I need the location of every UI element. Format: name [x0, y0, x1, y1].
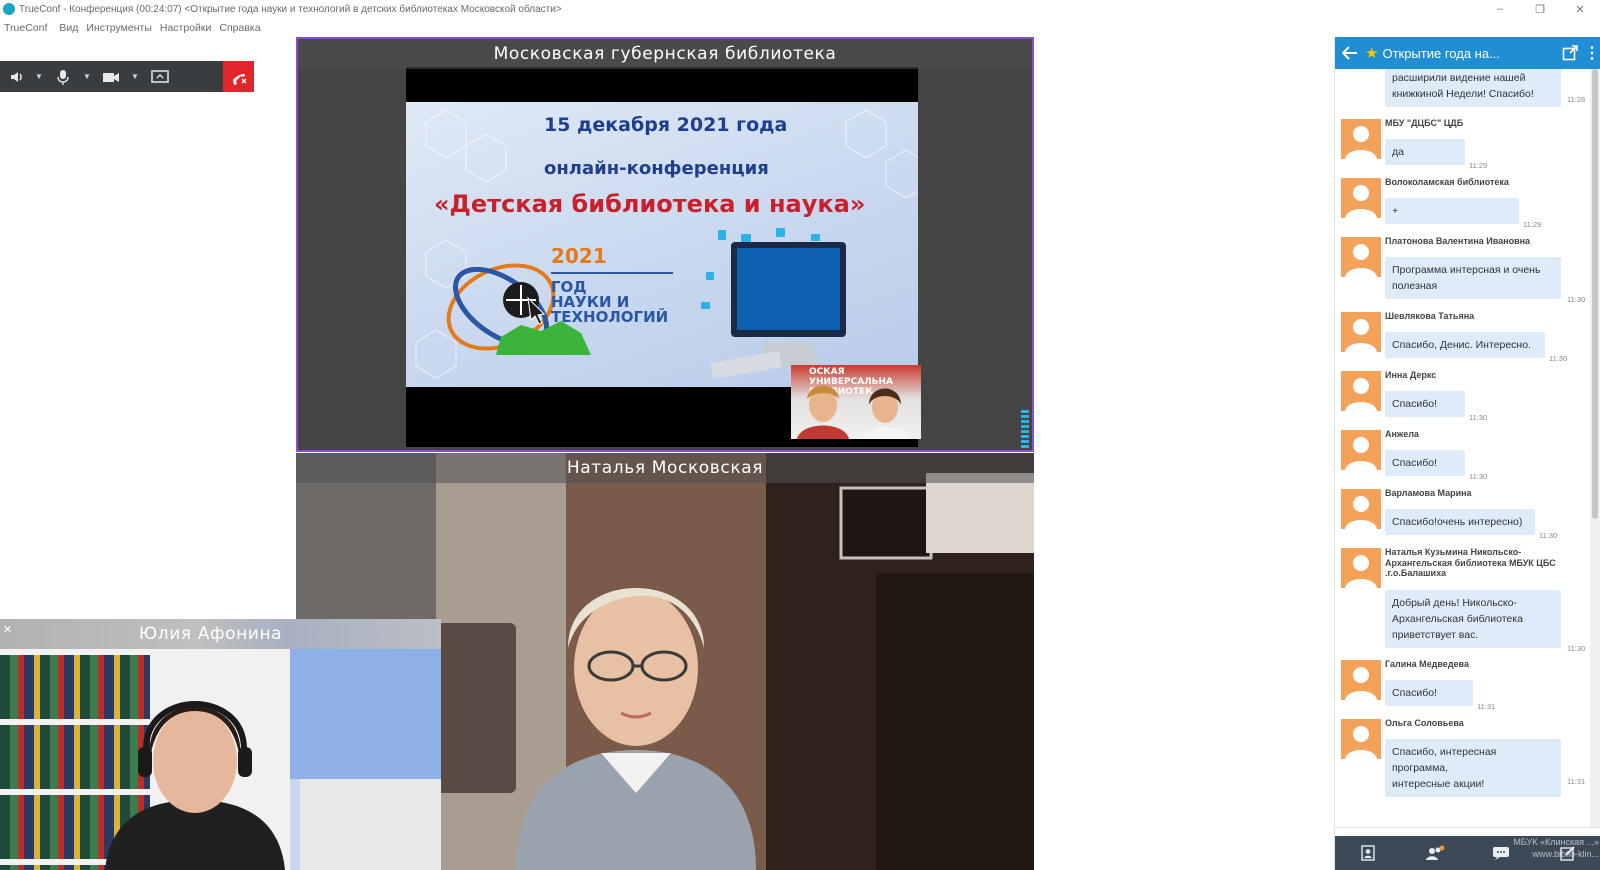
message-bubble: да	[1385, 139, 1465, 165]
title-bar: TrueConf - Конференция (00:24:07) <Откры…	[0, 0, 1600, 18]
sender-name: Наталья Кузьмина Никольско-Архангельская…	[1385, 547, 1556, 578]
message-time: 11:30	[1567, 644, 1586, 653]
message-bubble: Спасибо!очень интересно)	[1385, 509, 1535, 535]
message-time: 11:30	[1549, 354, 1568, 363]
menu-tools[interactable]: Инструменты	[82, 19, 155, 37]
hangup-icon[interactable]	[223, 61, 254, 92]
menu-bar: TrueConf Вид Инструменты Настройки Справ…	[0, 19, 265, 37]
message-bubble: Спасибо, Денис. Интересно.	[1385, 332, 1545, 358]
back-arrow-icon[interactable]	[1335, 46, 1365, 60]
microphone-icon[interactable]	[44, 61, 82, 92]
video-tile-self[interactable]: ✕ Юлия Афонина	[0, 619, 441, 870]
contacts-icon[interactable]	[1335, 836, 1401, 870]
message-bubble: Спасибо!	[1385, 680, 1473, 706]
avatar	[1341, 660, 1381, 700]
avatar	[1341, 430, 1381, 470]
star-icon: ★	[1365, 45, 1379, 62]
chat-header: ★ Открытие года на... ⋮	[1335, 37, 1600, 69]
menu-help[interactable]: Справка	[215, 19, 264, 37]
message-time: 11:29	[1469, 161, 1488, 170]
avatar	[1341, 237, 1381, 277]
presenter-pip-video: ОСКАЯ УНИВЕРСАЛЬНА БИБЛИОТЕК	[791, 365, 921, 439]
menu-view[interactable]: Вид	[55, 19, 82, 37]
menu-settings[interactable]: Настройки	[156, 19, 216, 37]
message-time: 11:29	[1523, 220, 1542, 229]
open-external-icon[interactable]	[1557, 45, 1583, 61]
presentation-slide: 15 декабря 2021 года онлайн-конференция …	[406, 102, 918, 387]
sender-name: Галина Медведева	[1385, 659, 1469, 669]
menu-trueconf[interactable]: TrueConf	[0, 19, 55, 37]
audio-level-indicator	[1021, 410, 1029, 448]
message-time: 11:30	[1539, 531, 1558, 540]
slide-title: «Детская библиотека и наука»	[434, 190, 866, 218]
restore-button[interactable]: ❐	[1520, 0, 1560, 18]
message-time: 11:30	[1567, 295, 1586, 304]
minimize-button[interactable]: –	[1480, 0, 1520, 18]
trueconf-app-icon	[3, 3, 15, 15]
message-time: 11:31	[1567, 777, 1586, 786]
message-bubble: Спасибо!	[1385, 391, 1465, 417]
camera-dropdown-chevron-icon[interactable]: ▼	[130, 61, 140, 92]
slide-subtitle: онлайн-конференция	[544, 158, 769, 179]
chat-bottom-bar: МБУК «Клинская ...» www.biblio-klin...	[1335, 836, 1600, 870]
message-bubble: Спасибо, интересная программа, интересны…	[1385, 739, 1561, 797]
avatar	[1341, 489, 1381, 529]
slide-year: 2021	[551, 244, 607, 268]
sender-name: Шевлякова Татьяна	[1385, 311, 1475, 321]
message-time: 11:30	[1469, 413, 1488, 422]
chat-scrollbar[interactable]	[1590, 69, 1600, 827]
message-time: 11:31	[1477, 702, 1496, 711]
chat-panel: ★ Открытие года на... ⋮ расширили видени…	[1334, 37, 1600, 870]
avatar	[1341, 178, 1381, 218]
slide-date: 15 декабря 2021 года	[544, 114, 788, 136]
avatar	[1341, 119, 1381, 159]
screen-share-icon[interactable]	[140, 61, 180, 92]
avatar	[1341, 548, 1381, 588]
sender-name: Анжела	[1385, 429, 1419, 439]
tile-label-main: Московская губернская библиотека	[298, 39, 1032, 69]
muted-microphone-icon: ✕	[3, 624, 13, 636]
sender-name: Варламова Марина	[1385, 488, 1472, 498]
speaker-dropdown-chevron-icon[interactable]: ▼	[34, 61, 44, 92]
chat-message-list: расширили видение нашей книжкиной Недели…	[1335, 69, 1591, 827]
sender-name: Инна Деркс	[1385, 370, 1437, 380]
camera-icon[interactable]	[92, 61, 130, 92]
video-tile-main[interactable]: 15 декабря 2021 года онлайн-конференция …	[296, 37, 1034, 452]
slide-year-caption: ГОД НАУКИ И ТЕХНОЛОГИЙ	[551, 278, 669, 326]
avatar	[1341, 312, 1381, 352]
avatar	[1341, 371, 1381, 411]
message-bubble: Добрый день! Никольско- Архангельская би…	[1385, 590, 1561, 648]
sender-name: Волоколамская библиотека	[1385, 177, 1509, 187]
chat-title: Открытие года на...	[1382, 45, 1500, 61]
pip-people-graphic	[797, 385, 911, 439]
participant-person-graphic	[516, 588, 756, 870]
more-options-icon[interactable]: ⋮	[1583, 43, 1600, 63]
message-bubble: Спасибо!	[1385, 450, 1465, 476]
chat-scrollbar-thumb[interactable]	[1592, 69, 1598, 519]
self-view-person-graphic	[105, 649, 441, 870]
sender-name: Платонова Валентина Ивановна	[1385, 236, 1531, 246]
window-title: TrueConf - Конференция (00:24:07) <Откры…	[19, 3, 562, 15]
avatar	[1341, 719, 1381, 759]
close-button[interactable]: ✕	[1560, 0, 1600, 18]
slide-divider	[551, 272, 673, 274]
sender-name: МБУ "ДЦБС" ЦДБ	[1385, 118, 1464, 128]
tile-label-participant: Наталья Московская	[296, 453, 1034, 483]
message-bubble: Программа интерсная и очень полезная	[1385, 257, 1561, 299]
message-time: 11:30	[1469, 472, 1488, 481]
window-controls: – ❐ ✕	[1480, 0, 1600, 18]
message-bubble: +	[1385, 198, 1519, 224]
call-toolbar: ▼ ▼ ▼	[0, 61, 254, 92]
tile-label-self: Юлия Афонина	[0, 619, 441, 649]
message-time: 11:28	[1567, 95, 1586, 104]
microphone-dropdown-chevron-icon[interactable]: ▼	[82, 61, 92, 92]
slide-background-graphic	[415, 109, 918, 379]
participants-icon[interactable]	[1402, 836, 1468, 870]
sender-name: Ольга Соловьева	[1385, 718, 1464, 728]
message-bubble: расширили видение нашей книжкиной Недели…	[1385, 69, 1561, 107]
watermark-text: МБУК «Клинская ...» www.biblio-klin...	[1513, 837, 1599, 859]
speaker-icon[interactable]	[0, 61, 34, 92]
